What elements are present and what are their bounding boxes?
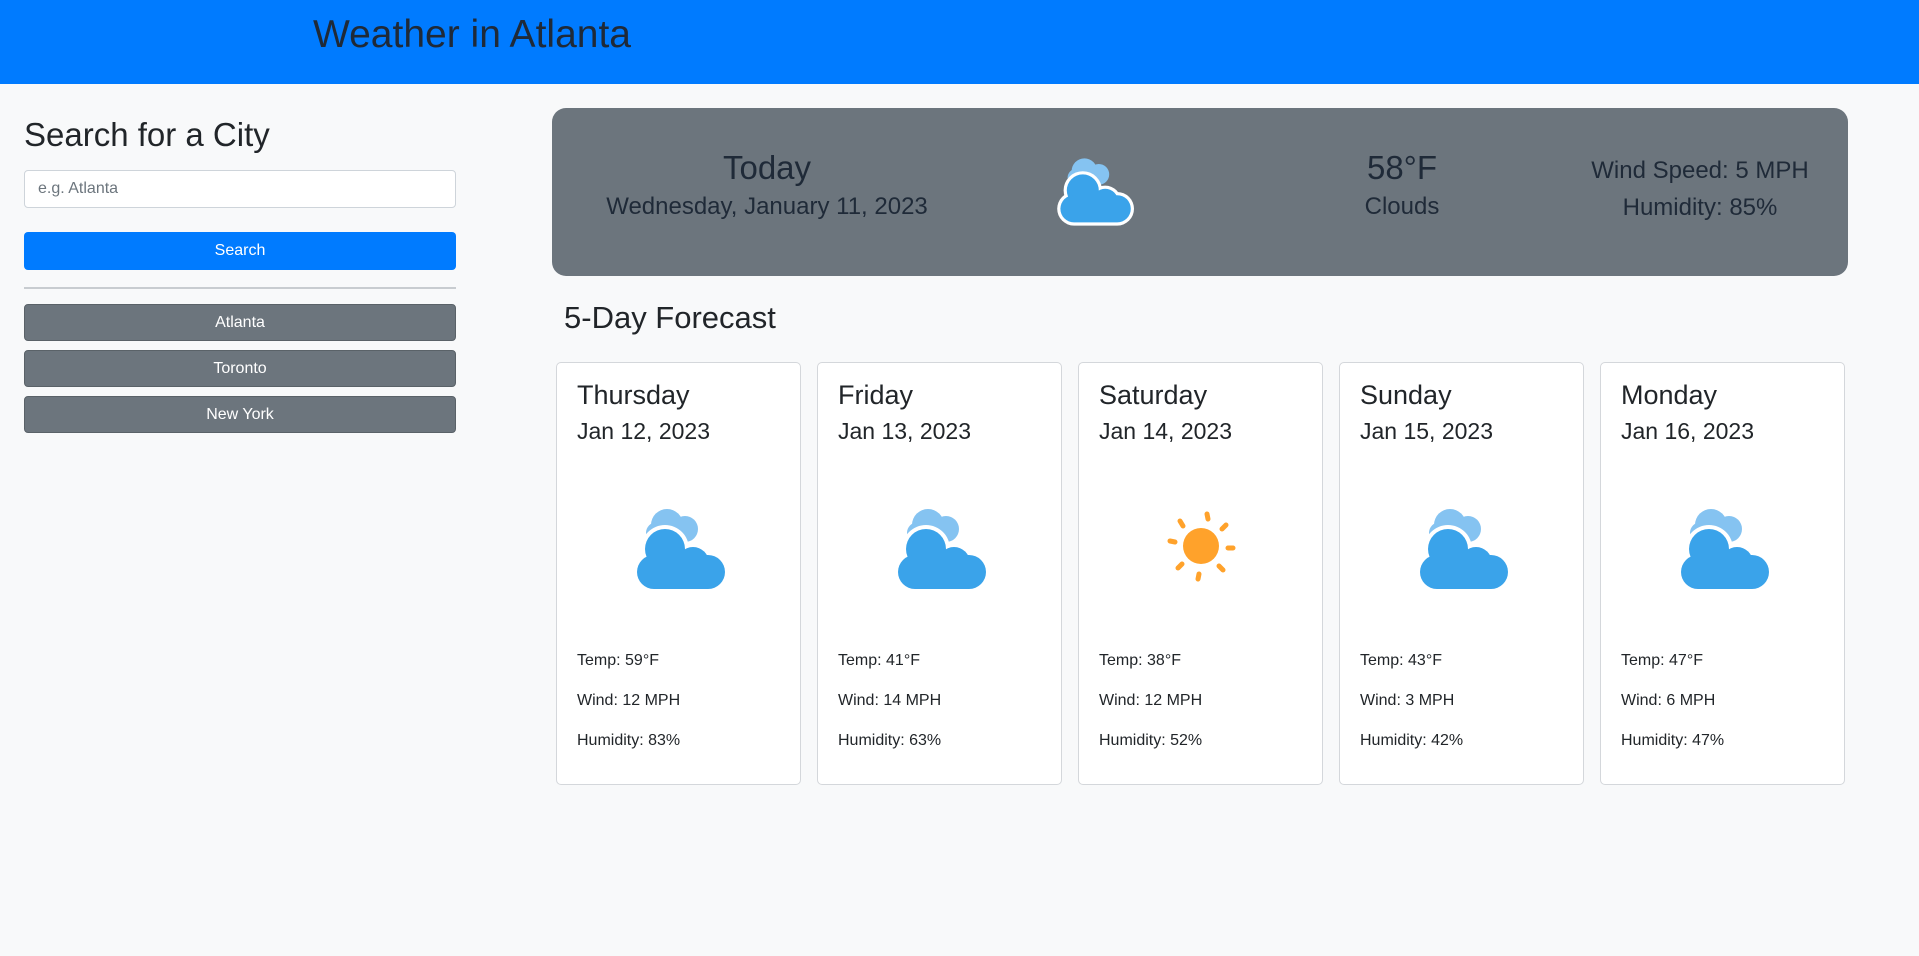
forecast-humidity: Humidity: 83% bbox=[577, 732, 681, 749]
forecast-temp: Temp: 59°F bbox=[577, 652, 659, 669]
forecast-date: Jan 15, 2023 bbox=[1360, 418, 1494, 444]
forecast-humidity: Humidity: 63% bbox=[838, 732, 942, 749]
forecast-humidity: Humidity: 52% bbox=[1099, 732, 1203, 749]
today-temperature: 58°F bbox=[1366, 149, 1438, 186]
clouds-icon bbox=[633, 509, 729, 593]
forecast-day: Saturday bbox=[1099, 380, 1208, 410]
today-details-block: Wind Speed: 5 MPH Humidity: 85% bbox=[1552, 152, 1848, 226]
history-button-atlanta[interactable]: Atlanta bbox=[24, 304, 456, 341]
city-search-input[interactable] bbox=[24, 170, 456, 208]
forecast-heading: 5-Day Forecast bbox=[564, 300, 776, 335]
forecast-card: Thursday Jan 12, 2023 Temp: 59°F Wind: 1… bbox=[556, 362, 801, 785]
forecast-wind: Wind: 6 MPH bbox=[1621, 692, 1716, 709]
forecast-day: Thursday bbox=[577, 380, 690, 410]
forecast-card: Monday Jan 16, 2023 Temp: 47°F Wind: 6 M… bbox=[1600, 362, 1845, 785]
today-date-block: Today Wednesday, January 11, 2023 bbox=[552, 148, 982, 226]
clouds-icon bbox=[894, 509, 990, 593]
search-history: Atlanta Toronto New York bbox=[24, 304, 456, 433]
clouds-icon bbox=[1416, 509, 1512, 593]
forecast-temp: Temp: 47°F bbox=[1621, 652, 1703, 669]
forecast-card: Sunday Jan 15, 2023 Temp: 43°F Wind: 3 M… bbox=[1339, 362, 1584, 785]
search-button[interactable]: Search bbox=[24, 232, 456, 270]
sidebar-divider bbox=[24, 287, 456, 289]
today-condition: Clouds bbox=[1364, 193, 1440, 220]
search-heading: Search for a City bbox=[24, 116, 270, 153]
forecast-temp: Temp: 41°F bbox=[838, 652, 920, 669]
today-label: Today bbox=[722, 149, 812, 186]
today-date: Wednesday, January 11, 2023 bbox=[606, 193, 928, 220]
forecast-card: Friday Jan 13, 2023 Temp: 41°F Wind: 14 … bbox=[817, 362, 1062, 785]
sun-icon bbox=[1167, 511, 1236, 582]
forecast-date: Jan 12, 2023 bbox=[577, 418, 711, 444]
history-button-toronto[interactable]: Toronto bbox=[24, 350, 456, 387]
history-button-new-york[interactable]: New York bbox=[24, 396, 456, 433]
forecast-temp: Temp: 38°F bbox=[1099, 652, 1181, 669]
clouds-icon bbox=[1677, 509, 1773, 593]
search-sidebar: Search for a City Search Atlanta Toronto… bbox=[24, 108, 456, 442]
forecast-date: Jan 14, 2023 bbox=[1099, 418, 1233, 444]
today-wind: Wind Speed: 5 MPH bbox=[1591, 157, 1809, 184]
page-title: Weather in Atlanta bbox=[313, 13, 631, 56]
today-humidity: Humidity: 85% bbox=[1622, 194, 1778, 221]
forecast-date: Jan 16, 2023 bbox=[1621, 418, 1755, 444]
forecast-wind: Wind: 12 MPH bbox=[1099, 692, 1203, 709]
forecast-humidity: Humidity: 42% bbox=[1360, 732, 1464, 749]
header-bar: Weather in Atlanta bbox=[0, 0, 1919, 84]
today-temp-block: 58°F Clouds bbox=[1252, 148, 1552, 226]
forecast-day: Sunday bbox=[1360, 380, 1452, 410]
forecast-day: Monday bbox=[1621, 380, 1718, 410]
forecast-wind: Wind: 12 MPH bbox=[577, 692, 681, 709]
forecast-temp: Temp: 43°F bbox=[1360, 652, 1442, 669]
clouds-icon bbox=[1057, 158, 1134, 226]
forecast-day: Friday bbox=[838, 380, 914, 410]
forecast-wind: Wind: 3 MPH bbox=[1360, 692, 1455, 709]
forecast-wind: Wind: 14 MPH bbox=[838, 692, 942, 709]
forecast-humidity: Humidity: 47% bbox=[1621, 732, 1725, 749]
forecast-date: Jan 13, 2023 bbox=[838, 418, 972, 444]
forecast-card: Saturday Jan 14, 2023 Temp: 38°F Wind: 1… bbox=[1078, 362, 1323, 785]
current-weather-panel: Today Wednesday, January 11, 2023 58°F C… bbox=[552, 108, 1848, 276]
